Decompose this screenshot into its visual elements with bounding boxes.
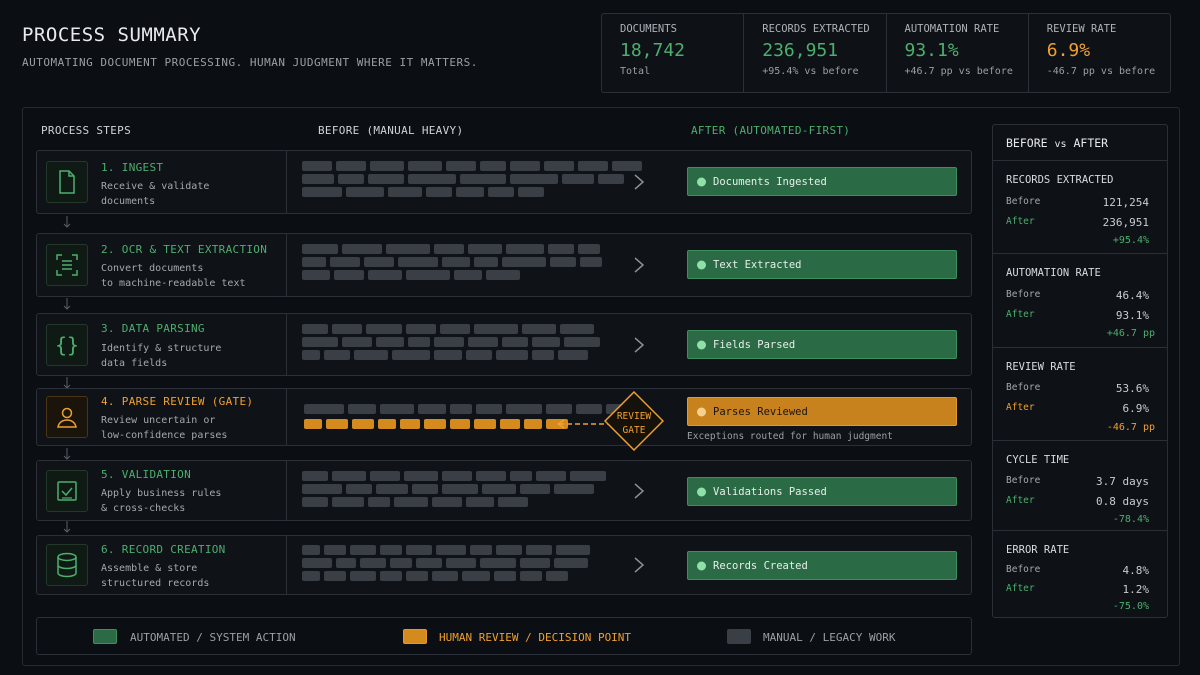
- kpi-value: 6.9%: [1046, 40, 1091, 61]
- status-badge: Records Created: [687, 551, 957, 580]
- step-desc: Convert documents to machine-readable tex…: [101, 263, 246, 289]
- page-subtitle: AUTOMATING DOCUMENT PROCESSING. HUMAN JU…: [22, 56, 478, 69]
- process-step-ingest[interactable]: 1. INGEST Receive & validate documents Do…: [36, 150, 972, 214]
- gate-note: Exceptions routed for human judgment: [687, 431, 893, 442]
- step-title: 2. OCR & TEXT EXTRACTION: [101, 243, 268, 256]
- process-step-parse-review[interactable]: 4. PARSE REVIEW (GATE) Review uncertain …: [36, 388, 972, 451]
- kpi-sub: -46.7 pp vs before: [1046, 66, 1156, 77]
- kpi-sub: +95.4% vs before: [762, 66, 859, 77]
- page-title: PROCESS SUMMARY: [22, 24, 202, 46]
- comparison-title: BEFORE vs AFTER: [1006, 136, 1109, 150]
- step-desc: Review uncertain or low-confidence parses: [101, 415, 228, 441]
- legend-swatch-human: [403, 629, 427, 644]
- metric-automation-rate: AUTOMATION RATE Before 46.4% After 93.1% +…: [993, 253, 1167, 347]
- metric-records-extracted: RECORDS EXTRACTED Before 121,254 After 236…: [993, 160, 1167, 253]
- step-desc: Identify & structure data fields: [101, 343, 222, 369]
- step-info: 1. INGEST Receive & validate documents: [37, 151, 287, 213]
- legend-swatch-manual: [727, 629, 751, 644]
- process-panel: PROCESS STEPS BEFORE (MANUAL HEAVY) AFTE…: [22, 107, 1180, 666]
- process-step-ocr[interactable]: 2. OCR & TEXT EXTRACTION Convert documen…: [36, 233, 972, 297]
- step-info: {} 3. DATA PARSING Identify & structure d…: [37, 314, 287, 375]
- manual-work-blocks: [302, 471, 606, 510]
- kpi-value: 93.1%: [904, 40, 959, 61]
- process-step-record-creation[interactable]: 6. RECORD CREATION Assemble & store struc…: [36, 535, 972, 595]
- braces-icon: {}: [46, 323, 88, 366]
- person-icon: [46, 396, 88, 438]
- chevron-right-icon: [634, 557, 645, 573]
- legend-swatch-automated: [93, 629, 117, 644]
- column-header-before: BEFORE (MANUAL HEAVY): [318, 124, 464, 137]
- step-desc: Receive & validate documents: [101, 181, 210, 207]
- legend-label-automated: AUTOMATED / SYSTEM ACTION: [130, 631, 296, 644]
- step-title: 4. PARSE REVIEW (GATE): [101, 395, 254, 408]
- kpi-value: 236,951: [762, 40, 839, 61]
- step-info: 5. VALIDATION Apply business rules & cros…: [37, 461, 287, 520]
- review-gate-diamond: REVIEW GATE: [604, 391, 664, 451]
- arrow-down-icon: [63, 216, 71, 228]
- step-info: 4. PARSE REVIEW (GATE) Review uncertain …: [37, 389, 287, 445]
- scan-text-icon: [46, 244, 88, 286]
- process-step-validation[interactable]: 5. VALIDATION Apply business rules & cros…: [36, 460, 972, 521]
- legend-label-manual: MANUAL / LEGACY WORK: [763, 631, 896, 644]
- step-desc: Assemble & store structured records: [101, 563, 210, 589]
- database-icon: [46, 544, 88, 586]
- status-badge: Validations Passed: [687, 477, 957, 506]
- kpi-label: AUTOMATION RATE: [904, 23, 1000, 35]
- document-icon: [46, 161, 88, 203]
- step-info: 2. OCR & TEXT EXTRACTION Convert documen…: [37, 234, 287, 296]
- arrow-down-icon: [63, 298, 71, 310]
- kpi-review-rate: REVIEW RATE 6.9% -46.7 pp vs before: [1029, 14, 1170, 92]
- step-title: 5. VALIDATION: [101, 468, 191, 481]
- kpi-automation-rate: AUTOMATION RATE 93.1% +46.7 pp vs before: [887, 14, 1029, 92]
- manual-work-blocks: [302, 324, 600, 363]
- status-badge: Parses Reviewed: [687, 397, 957, 426]
- step-title: 3. DATA PARSING: [101, 322, 205, 335]
- kpi-label: REVIEW RATE: [1046, 23, 1117, 35]
- arrow-down-icon: [63, 521, 71, 533]
- manual-work-blocks: [302, 161, 642, 200]
- metric-error-rate: ERROR RATE Before 4.8% After 1.2% -75.0%: [993, 530, 1167, 617]
- kpi-bar: DOCUMENTS 18,742 Total RECORDS EXTRACTED…: [601, 13, 1171, 93]
- step-title: 6. RECORD CREATION: [101, 543, 226, 556]
- arrow-down-icon: [63, 448, 71, 460]
- chevron-right-icon: [634, 174, 645, 190]
- chevron-right-icon: [634, 257, 645, 273]
- step-title: 1. INGEST: [101, 161, 164, 174]
- metric-cycle-time: CYCLE TIME Before 3.7 days After 0.8 days …: [993, 440, 1167, 530]
- comparison-panel: BEFORE vs AFTER RECORDS EXTRACTED Before…: [992, 124, 1168, 618]
- step-desc: Apply business rules & cross-checks: [101, 488, 222, 514]
- checkbox-icon: [46, 469, 88, 512]
- kpi-records-extracted: RECORDS EXTRACTED 236,951 +95.4% vs befo…: [744, 14, 887, 92]
- status-badge: Fields Parsed: [687, 330, 957, 359]
- status-badge: Documents Ingested: [687, 167, 957, 196]
- kpi-value: 18,742: [620, 40, 686, 61]
- manual-work-blocks: [302, 244, 602, 283]
- chevron-right-icon: [634, 336, 645, 353]
- metric-review-rate: REVIEW RATE Before 53.6% After 6.9% -46.7 …: [993, 347, 1167, 440]
- kpi-label: DOCUMENTS: [620, 23, 677, 35]
- kpi-documents: DOCUMENTS 18,742 Total: [602, 14, 745, 92]
- step-info: 6. RECORD CREATION Assemble & store struc…: [37, 536, 287, 594]
- process-step-parsing[interactable]: {} 3. DATA PARSING Identify & structure d…: [36, 313, 972, 376]
- column-header-after: AFTER (AUTOMATED-FIRST): [691, 124, 851, 137]
- kpi-sub: +46.7 pp vs before: [904, 66, 1013, 77]
- chevron-right-icon: [634, 482, 645, 499]
- status-badge: Text Extracted: [687, 250, 957, 279]
- kpi-sub: Total: [620, 66, 651, 77]
- kpi-label: RECORDS EXTRACTED: [762, 23, 870, 35]
- legend-label-human: HUMAN REVIEW / DECISION POINT: [439, 631, 632, 644]
- legend: AUTOMATED / SYSTEM ACTION HUMAN REVIEW /…: [36, 617, 972, 655]
- manual-work-blocks: [302, 545, 590, 584]
- column-header-steps: PROCESS STEPS: [41, 124, 131, 137]
